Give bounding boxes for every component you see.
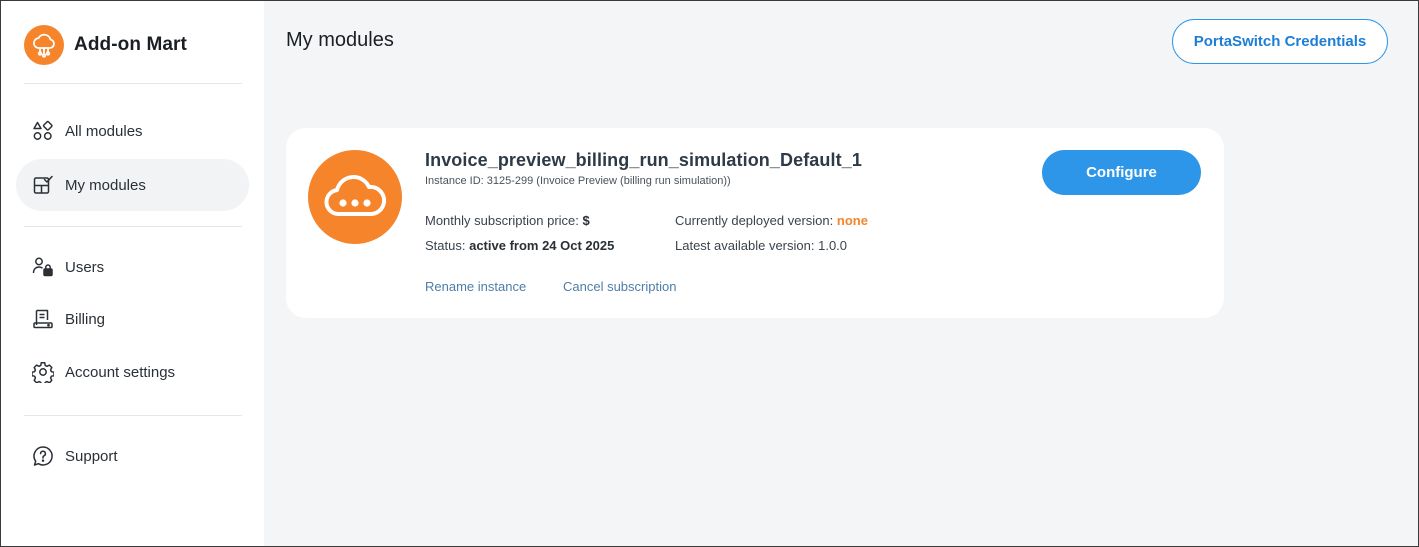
sidebar-item-label: Billing bbox=[65, 310, 106, 328]
sidebar-item-label: Users bbox=[65, 258, 105, 276]
sidebar: Add-on Mart All modules My modules Users… bbox=[1, 1, 264, 546]
latest-version: Latest available version: 1.0.0 bbox=[675, 238, 847, 253]
receipt-icon bbox=[32, 308, 54, 330]
page-title: My modules bbox=[286, 29, 394, 51]
sidebar-item-label: My modules bbox=[65, 176, 146, 194]
rename-instance-link[interactable]: Rename instance bbox=[425, 279, 526, 294]
sidebar-item-all-modules[interactable]: All modules bbox=[16, 105, 249, 157]
module-card: Invoice_preview_billing_run_simulation_D… bbox=[286, 128, 1224, 318]
deployed-version: Currently deployed version: none bbox=[675, 213, 868, 228]
brand-name: Add-on Mart bbox=[74, 34, 187, 55]
sidebar-item-support[interactable]: Support bbox=[16, 430, 249, 482]
sidebar-item-users[interactable]: Users bbox=[16, 241, 249, 293]
shapes-icon bbox=[32, 120, 54, 142]
latest-value: 1.0.0 bbox=[818, 238, 848, 253]
divider bbox=[24, 83, 242, 84]
deployed-value: none bbox=[836, 213, 868, 228]
brand[interactable]: Add-on Mart bbox=[24, 25, 187, 65]
status-value: active from 24 Oct 2025 bbox=[469, 238, 615, 253]
sidebar-item-account-settings[interactable]: Account settings bbox=[16, 346, 249, 398]
sidebar-item-my-modules[interactable]: My modules bbox=[16, 159, 249, 211]
status-label: Status: bbox=[425, 238, 466, 253]
price-value: $ bbox=[582, 213, 590, 228]
latest-label: Latest available version: bbox=[675, 238, 815, 253]
checked-modules-icon bbox=[32, 174, 54, 196]
users-lock-icon bbox=[32, 256, 54, 278]
sidebar-item-billing[interactable]: Billing bbox=[16, 293, 249, 345]
sidebar-item-label: All modules bbox=[65, 122, 143, 140]
price-label: Monthly subscription price: bbox=[425, 213, 579, 228]
instance-id: Instance ID: 3125-299 (Invoice Preview (… bbox=[425, 175, 731, 187]
cloud-network-icon bbox=[24, 25, 64, 65]
gear-icon bbox=[32, 361, 54, 383]
sidebar-item-label: Support bbox=[65, 447, 118, 465]
status: Status: active from 24 Oct 2025 bbox=[425, 238, 614, 253]
configure-button[interactable]: Configure bbox=[1042, 150, 1201, 195]
sidebar-item-label: Account settings bbox=[65, 363, 176, 381]
subscription-price: Monthly subscription price: $ bbox=[425, 213, 590, 228]
cloud-dots-icon bbox=[308, 150, 402, 244]
module-name: Invoice_preview_billing_run_simulation_D… bbox=[425, 150, 862, 170]
divider bbox=[24, 415, 242, 416]
portaswitch-credentials-button[interactable]: PortaSwitch Credentials bbox=[1172, 19, 1388, 64]
divider bbox=[24, 226, 242, 227]
help-bubble-icon bbox=[32, 445, 54, 467]
deployed-label: Currently deployed version: bbox=[675, 213, 834, 228]
cancel-subscription-link[interactable]: Cancel subscription bbox=[563, 279, 676, 294]
main-content: My modules PortaSwitch Credentials Invoi… bbox=[264, 1, 1418, 546]
